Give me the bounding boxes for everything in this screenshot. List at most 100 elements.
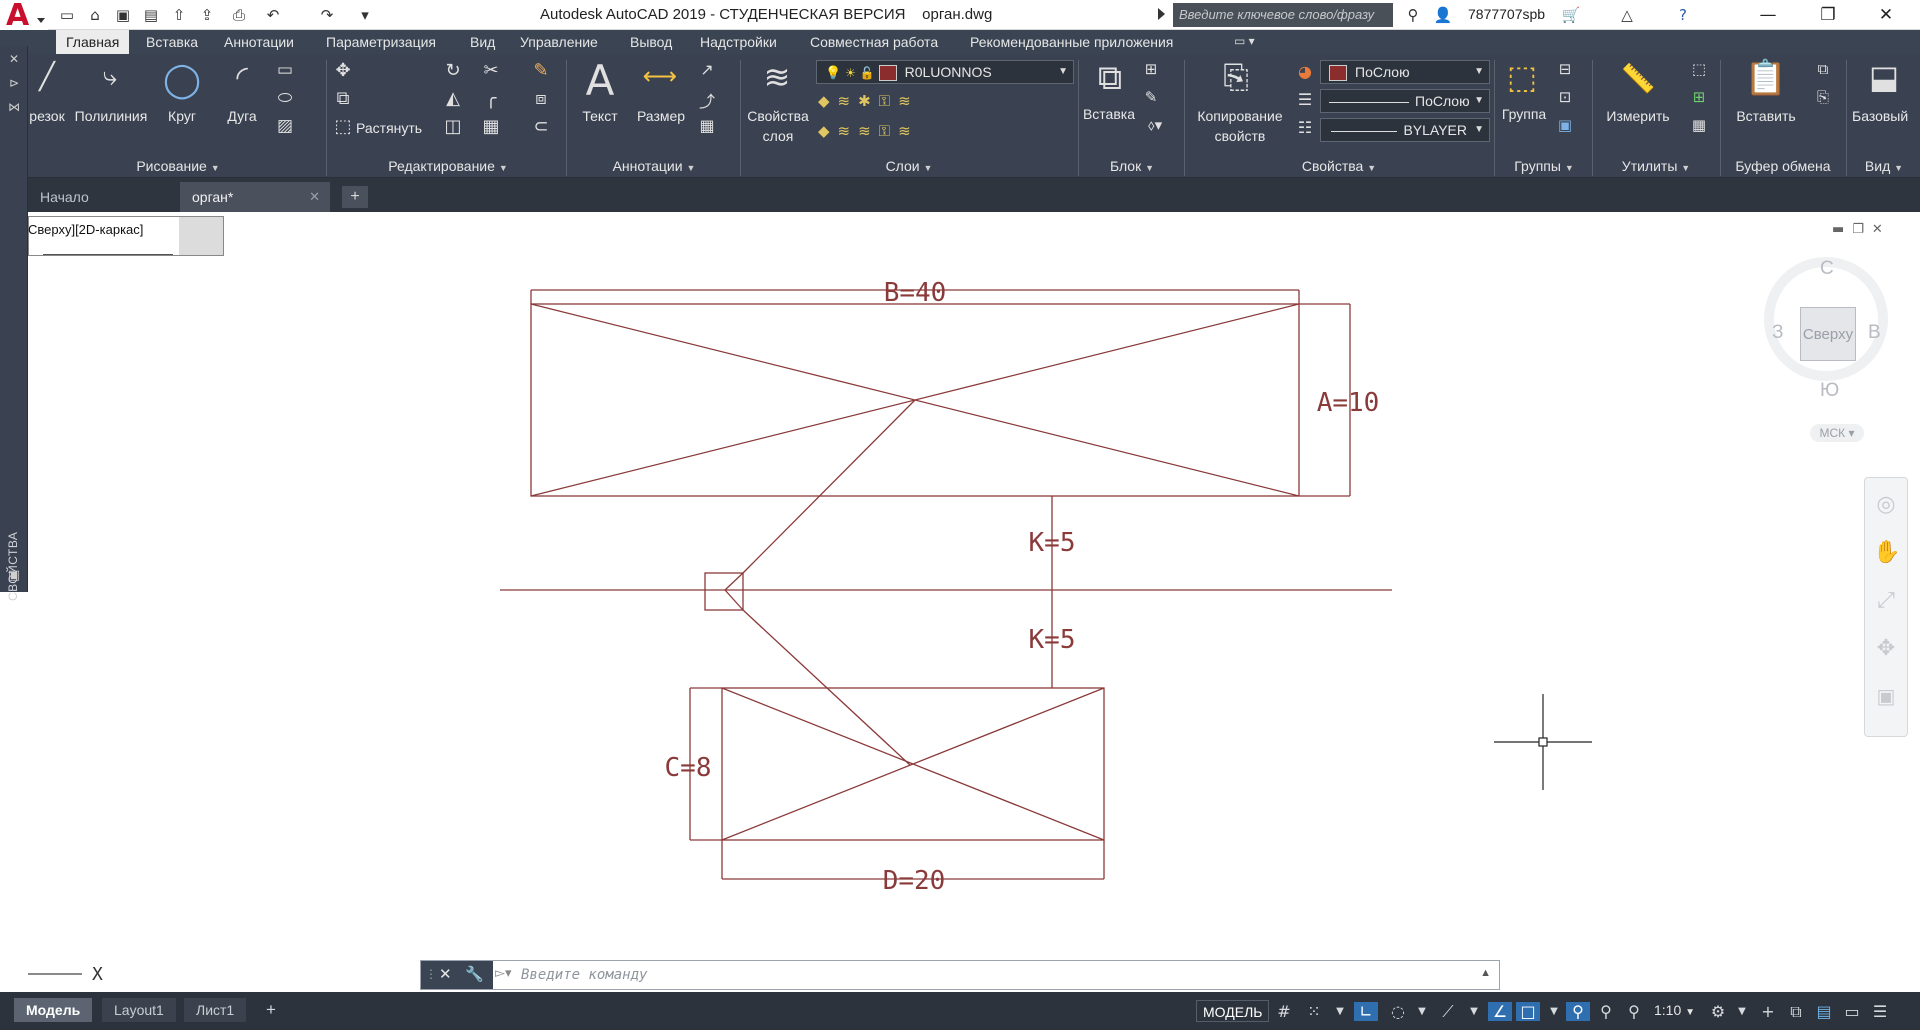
paste-label[interactable]: Вставить	[1730, 108, 1802, 124]
layout-tab-model[interactable]: Модель	[14, 998, 93, 1022]
polyline-icon[interactable]: ⤷	[90, 62, 130, 93]
tab-annotate[interactable]: Аннотации	[214, 30, 304, 54]
explode-icon[interactable]: ⧈	[530, 88, 552, 109]
linetype-dropdown[interactable]: ПоСлою ▼	[1320, 89, 1490, 113]
edit-attributes-icon[interactable]: ⬨▾	[1140, 116, 1170, 134]
add-layout-icon[interactable]: +	[258, 998, 284, 1022]
fillet-icon[interactable]: ╭	[480, 88, 502, 109]
restore-icon[interactable]: ❐	[1808, 4, 1848, 26]
array-icon[interactable]: ▦	[480, 116, 502, 137]
base-view-label[interactable]: Базовый	[1852, 108, 1918, 124]
viewcube-west[interactable]: З	[1772, 322, 1783, 344]
steering-wheel-icon[interactable]: ◎	[1873, 492, 1899, 517]
customization-icon[interactable]: ☰	[1868, 1002, 1892, 1021]
group-label[interactable]: Группа	[1496, 106, 1552, 122]
clean-screen-icon[interactable]: ▭	[1840, 1002, 1864, 1021]
close-icon[interactable]: ✕	[4, 52, 24, 66]
panel-annotation-title[interactable]: Аннотации ▼	[568, 155, 740, 177]
edit-block-icon[interactable]: ✎	[1140, 88, 1162, 106]
customize-toolbar-icon[interactable]: ▾	[354, 4, 376, 26]
select-all-icon[interactable]: ⊞	[1688, 88, 1710, 106]
tab-home[interactable]: Главная	[56, 30, 130, 54]
tab-insert[interactable]: Вставка	[136, 30, 208, 54]
properties-palette-tab[interactable]: СВОЙСТВА	[2, 516, 26, 601]
layer-tools-row-2-icon[interactable]: ◆≋≋⚿≋	[818, 122, 958, 140]
tab-addins[interactable]: Надстройки	[690, 30, 787, 54]
viewport-controls-label[interactable]: Сверху][2D-каркас]	[28, 222, 143, 237]
layer-properties-icon[interactable]: ≋	[752, 58, 802, 96]
new-file-icon[interactable]: ▭	[56, 4, 78, 26]
expand-arrow-icon[interactable]	[1158, 8, 1165, 20]
help-icon[interactable]: ?	[1672, 4, 1694, 26]
group-icon[interactable]: ⬚	[1500, 58, 1544, 96]
quick-properties-icon[interactable]: ▤	[1812, 1002, 1836, 1021]
minimize-icon[interactable]: —	[1748, 4, 1788, 26]
auto-hide-icon[interactable]: ⊳	[4, 76, 24, 90]
measure-label[interactable]: Измерить	[1598, 108, 1678, 124]
grid-icon[interactable]: #	[1272, 1002, 1296, 1021]
workspace-gear-icon[interactable]: ⚙	[1706, 1002, 1730, 1021]
color-wheel-icon[interactable]: ◕	[1294, 62, 1316, 81]
tab-start[interactable]: Начало	[28, 182, 178, 212]
ortho-icon[interactable]: ∟	[1354, 1002, 1378, 1021]
tab-collaborate[interactable]: Совместная работа	[800, 30, 948, 54]
command-input[interactable]: Введите команду	[521, 967, 647, 983]
panel-modify-title[interactable]: Редактирование ▼	[330, 155, 566, 177]
a360-icon[interactable]: △	[1616, 4, 1638, 26]
create-block-icon[interactable]: ⊞	[1140, 60, 1162, 78]
viewcube-east[interactable]: В	[1868, 322, 1881, 344]
match-properties-label-1[interactable]: Копирование	[1190, 108, 1290, 124]
application-menu-button[interactable]: A	[0, 0, 48, 33]
mleader-icon[interactable]: ⤴	[696, 88, 718, 112]
dimension-icon[interactable]: ⟷	[640, 62, 680, 90]
viewcube-top-face[interactable]: Сверху	[1800, 307, 1856, 361]
print-icon[interactable]: ⎙	[228, 4, 250, 26]
panel-clipboard-title[interactable]: Буфер обмена	[1722, 155, 1844, 177]
search-input[interactable]: Введите ключевое слово/фразу	[1173, 3, 1393, 27]
drawing-canvas[interactable]: B=40 A=10 K=5 K=5 C=8 D=20 X Y Сверху][2…	[14, 212, 1920, 992]
orbit-icon[interactable]: ✥	[1873, 636, 1899, 661]
line-label[interactable]: резок	[24, 108, 70, 124]
stretch-label[interactable]: Растянуть	[356, 120, 428, 136]
object-snap-tracking-icon[interactable]: ∠	[1488, 1002, 1512, 1021]
tab-output[interactable]: Вывод	[620, 30, 682, 54]
insert-block-label[interactable]: Вставка	[1080, 106, 1138, 122]
text-label[interactable]: Текст	[576, 108, 624, 124]
match-properties-icon[interactable]: ⎘	[1214, 58, 1258, 97]
ungroup-icon[interactable]: ⊟	[1554, 60, 1576, 78]
table-icon[interactable]: ▦	[696, 116, 718, 135]
annotation-scale-icon[interactable]: ⚲	[1622, 1002, 1646, 1021]
group-select-icon[interactable]: ▣	[1554, 116, 1576, 134]
snap-icon[interactable]: ⁙	[1302, 1002, 1326, 1021]
showmotion-icon[interactable]: ▣	[1873, 684, 1899, 708]
layer-dropdown[interactable]: 💡 ☀ 🔓 R0LUONNOS ▼	[816, 60, 1074, 84]
close-icon[interactable]: ✕	[1866, 4, 1906, 26]
circle-icon[interactable]: ◯	[162, 60, 202, 100]
model-space-toggle[interactable]: МОДЕЛЬ	[1196, 1000, 1270, 1022]
layer-properties-label-2[interactable]: слоя	[744, 128, 812, 144]
text-icon[interactable]: A	[580, 56, 620, 105]
save-icon[interactable]: ▣	[112, 4, 134, 26]
isometric-icon[interactable]: ⟋	[1436, 1002, 1460, 1022]
wrench-icon[interactable]: 🔧	[465, 965, 484, 983]
panel-block-title[interactable]: Блок ▼	[1080, 155, 1184, 177]
scale-icon[interactable]: ◫	[442, 116, 464, 137]
save-as-icon[interactable]: ▤	[140, 4, 162, 26]
quick-select-icon[interactable]: ⬚	[1688, 60, 1710, 78]
user-icon[interactable]: 👤	[1432, 4, 1454, 26]
insert-block-icon[interactable]: ⧉	[1088, 58, 1132, 98]
linetype-icon[interactable]: ☷	[1294, 118, 1316, 137]
lineweight-dropdown[interactable]: BYLAYER ▼	[1320, 118, 1490, 142]
tab-featured-apps[interactable]: Рекомендованные приложения	[960, 30, 1183, 54]
tab-manage[interactable]: Управление	[510, 30, 608, 54]
copy-clip-icon[interactable]: ⎘	[1812, 88, 1834, 106]
layout-tab-layout1[interactable]: Layout1	[102, 998, 176, 1022]
rotate-icon[interactable]: ↻	[442, 60, 464, 81]
calculator-icon[interactable]: ▦	[1688, 116, 1710, 134]
open-file-icon[interactable]: ⌂	[84, 4, 106, 26]
paste-icon[interactable]: 📋	[1744, 58, 1788, 98]
panel-utilities-title[interactable]: Утилиты ▼	[1594, 155, 1718, 177]
panel-draw-title[interactable]: Рисование ▼	[28, 155, 328, 177]
panel-layers-title[interactable]: Слои ▼	[742, 155, 1076, 177]
zoom-extents-icon[interactable]: ⤢	[1873, 588, 1899, 613]
